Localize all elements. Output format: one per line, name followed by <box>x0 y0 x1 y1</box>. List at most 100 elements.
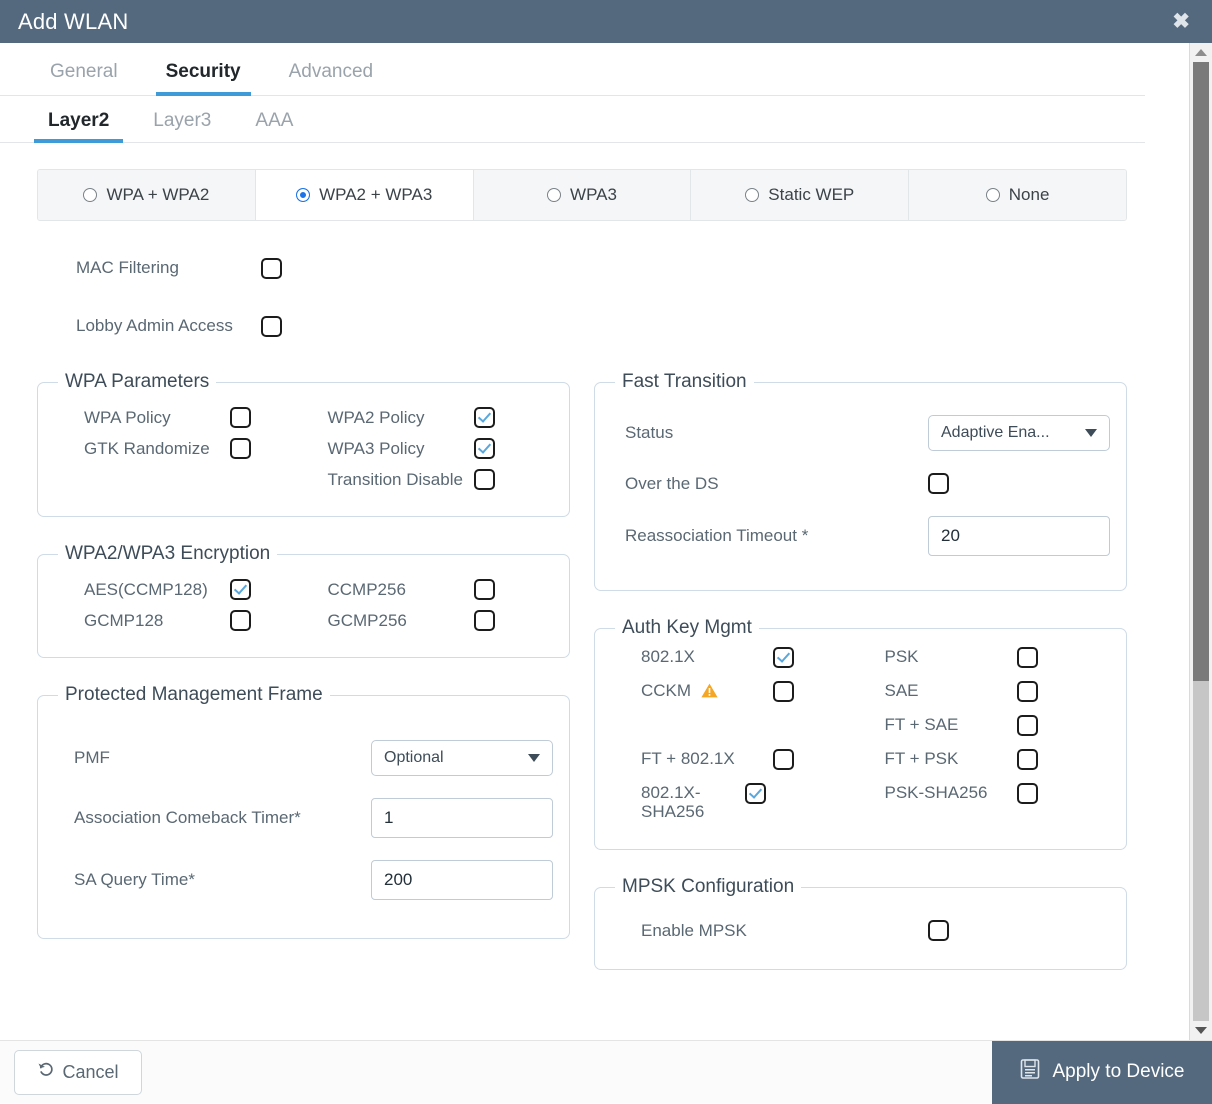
ccmp256-checkbox[interactable] <box>473 579 495 600</box>
gcmp256-checkbox[interactable] <box>473 610 495 631</box>
akm-left-column: 802.1X CCKM FT + 802.1X 802.1X-SHA256 <box>611 647 867 827</box>
cckm-checkbox[interactable] <box>773 681 794 702</box>
psk-label: PSK <box>884 647 919 666</box>
dialog-titlebar: Add WLAN ✖ <box>0 0 1212 43</box>
row-psk: PSK <box>885 647 1111 681</box>
row-wpa3-policy: WPA3 Policy <box>328 438 554 459</box>
tab-general[interactable]: General <box>26 43 142 95</box>
radio-label: WPA + WPA2 <box>106 185 210 204</box>
sa-query-time-input[interactable]: 200 <box>371 860 553 900</box>
ft-psk-label: FT + PSK <box>884 749 959 768</box>
row-association-comeback-timer: Association Comeback Timer* 1 <box>54 798 553 838</box>
association-comeback-timer-label: Association Comeback Timer* <box>74 808 301 827</box>
over-the-ds-label: Over the DS <box>625 473 719 493</box>
row-gtk-randomize: GTK Randomize <box>84 438 310 459</box>
lobby-admin-access-checkbox[interactable] <box>261 315 282 337</box>
gcmp128-checkbox[interactable] <box>230 610 251 631</box>
row-802-1x-sha256: 802.1X-SHA256 <box>641 783 867 827</box>
mac-filtering-checkbox[interactable] <box>261 257 282 279</box>
tab-layer2[interactable]: Layer2 <box>26 96 131 143</box>
ft-sae-label: FT + SAE <box>884 715 959 734</box>
row-psk-sha256: PSK-SHA256 <box>885 783 1111 817</box>
radio-icon <box>745 188 760 202</box>
radio-none[interactable]: None <box>909 170 1126 220</box>
sae-checkbox[interactable] <box>1016 681 1038 702</box>
sa-query-time-label: SA Query Time* <box>74 870 195 889</box>
row-aes-ccmp128: AES(CCMP128) <box>84 579 310 600</box>
row-enable-mpsk: Enable MPSK <box>611 920 1110 941</box>
radio-wpa-wpa2[interactable]: WPA + WPA2 <box>38 170 256 220</box>
ft-sae-checkbox[interactable] <box>1016 715 1038 736</box>
scroll-up-arrow-icon[interactable] <box>1190 43 1212 62</box>
row-802-1x: 802.1X <box>641 647 867 681</box>
tab-layer3[interactable]: Layer3 <box>131 96 233 142</box>
radio-icon <box>547 188 562 202</box>
ft-status-select[interactable]: Adaptive Ena... <box>928 415 1110 451</box>
ft-dot1x-checkbox[interactable] <box>773 749 794 770</box>
enable-mpsk-checkbox[interactable] <box>928 920 949 941</box>
row-mac-filtering: MAC Filtering <box>37 239 1189 297</box>
row-ft-sae: FT + SAE <box>885 715 1111 749</box>
mac-filtering-label: MAC Filtering <box>76 258 179 277</box>
gcmp256-label: GCMP256 <box>327 611 407 630</box>
psk-sha256-checkbox[interactable] <box>1016 783 1038 804</box>
tab-advanced[interactable]: Advanced <box>265 43 398 95</box>
aes-ccmp128-checkbox[interactable] <box>230 579 251 600</box>
row-ccmp256: CCMP256 <box>328 579 554 600</box>
protected-management-frame-group: Protected Management Frame PMF Optional … <box>37 684 570 939</box>
dot1x-checkbox[interactable] <box>773 647 794 668</box>
wpa-policy-checkbox[interactable] <box>230 407 251 428</box>
over-the-ds-checkbox[interactable] <box>928 473 949 494</box>
wpa3-policy-checkbox[interactable] <box>473 438 495 459</box>
transition-disable-checkbox[interactable] <box>473 469 495 490</box>
encryption-legend: WPA2/WPA3 Encryption <box>65 543 271 564</box>
psk-checkbox[interactable] <box>1016 647 1038 668</box>
tab-security[interactable]: Security <box>142 43 265 96</box>
radio-icon <box>83 188 98 202</box>
radio-static-wep[interactable]: Static WEP <box>691 170 910 220</box>
cckm-label: CCKM <box>641 681 692 700</box>
gtk-randomize-checkbox[interactable] <box>230 438 251 459</box>
psk-sha256-label: PSK-SHA256 <box>884 783 988 802</box>
row-lobby-admin-access: Lobby Admin Access <box>37 297 1189 355</box>
scrollbar-thumb[interactable] <box>1193 62 1209 681</box>
gcmp128-label: GCMP128 <box>84 611 164 630</box>
row-over-the-ds: Over the DS <box>611 473 1110 494</box>
aes-ccmp128-label: AES(CCMP128) <box>84 580 208 599</box>
wpa-parameters-group: WPA Parameters WPA Policy GTK Randomize <box>37 371 570 517</box>
wpa-parameters-legend: WPA Parameters <box>65 371 210 392</box>
apply-to-device-button[interactable]: Apply to Device <box>992 1040 1212 1104</box>
tab-aaa[interactable]: AAA <box>233 96 315 142</box>
ft-status-selected-value: Adaptive Ena... <box>941 424 1050 441</box>
secondary-tabs: Layer2 Layer3 AAA <box>0 96 1145 143</box>
ft-psk-checkbox[interactable] <box>1016 749 1038 770</box>
fast-transition-legend: Fast Transition <box>622 371 747 392</box>
scrollbar-track[interactable] <box>1193 62 1209 1021</box>
dot1x-sha256-checkbox[interactable] <box>745 783 766 804</box>
radio-wpa3[interactable]: WPA3 <box>473 170 692 220</box>
dialog-content: General Security Advanced Layer2 Layer3 … <box>0 43 1189 1040</box>
close-icon[interactable]: ✖ <box>1166 9 1196 34</box>
mpsk-configuration-group: MPSK Configuration Enable MPSK <box>594 876 1127 970</box>
pmf-select[interactable]: Optional <box>371 740 553 776</box>
ft-dot1x-label: FT + 802.1X <box>641 749 735 768</box>
akm-left-spacer <box>641 715 867 749</box>
wpa2-policy-label: WPA2 Policy <box>327 408 425 427</box>
security-mode-selector: WPA + WPA2 WPA2 + WPA3 WPA3 Static WEP N… <box>37 169 1127 221</box>
chevron-down-icon <box>1085 429 1097 437</box>
dialog-title: Add WLAN <box>18 8 129 34</box>
association-comeback-timer-input[interactable]: 1 <box>371 798 553 838</box>
vertical-scrollbar[interactable] <box>1189 43 1212 1040</box>
wpa2-policy-checkbox[interactable] <box>473 407 495 428</box>
pmf-label: PMF <box>74 748 110 767</box>
radio-label: Static WEP <box>768 185 855 204</box>
apply-label: Apply to Device <box>1052 1061 1185 1082</box>
scroll-down-arrow-icon[interactable] <box>1190 1021 1212 1040</box>
transition-disable-label: Transition Disable <box>327 470 463 489</box>
row-ft-status: Status Adaptive Ena... <box>611 415 1110 451</box>
reassociation-timeout-input[interactable]: 20 <box>928 516 1110 556</box>
row-gcmp256: GCMP256 <box>328 610 554 631</box>
radio-wpa2-wpa3[interactable]: WPA2 + WPA3 <box>255 170 474 220</box>
cancel-button[interactable]: Cancel <box>14 1049 142 1095</box>
pmf-selected-value: Optional <box>384 749 444 766</box>
